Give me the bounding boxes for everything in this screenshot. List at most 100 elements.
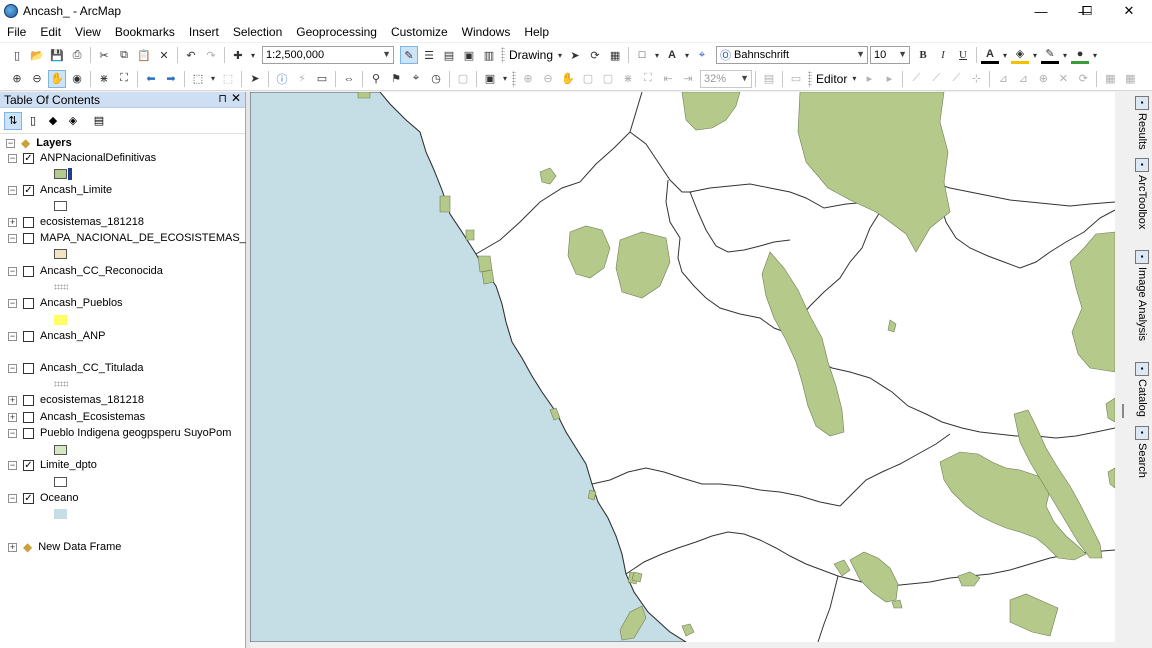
cut-icon[interactable]: ✂ — [95, 46, 113, 64]
expand-icon[interactable]: + — [8, 395, 17, 405]
save-icon[interactable]: 💾 — [48, 46, 66, 64]
undo-icon[interactable]: ↶ — [182, 46, 200, 64]
print-icon[interactable]: ⎙ — [68, 46, 86, 64]
layout-tool-icon[interactable]: ▣ — [481, 70, 499, 88]
new-document-icon[interactable]: ▯ — [8, 46, 26, 64]
dock-tab-arctoolbox[interactable]: ▪ ArcToolbox — [1133, 158, 1151, 229]
expand-icon[interactable]: + — [8, 542, 17, 552]
collapse-icon[interactable]: − — [8, 233, 17, 243]
select-elements-icon[interactable]: ➤ — [566, 46, 584, 64]
options-icon[interactable]: ▤ — [90, 112, 108, 130]
open-folder-icon[interactable]: 📂 — [28, 46, 46, 64]
fixed-zoom-out-icon[interactable]: ⛶ — [639, 70, 657, 88]
table-of-contents-icon[interactable]: ☰ — [420, 46, 438, 64]
point-icon[interactable]: ⊹ — [967, 70, 985, 88]
trace-icon[interactable]: ⟋ — [947, 70, 965, 88]
edit-vertices-icon[interactable]: ⊿ — [994, 70, 1012, 88]
back-extent-icon[interactable]: ⇤ — [659, 70, 677, 88]
collapse-icon[interactable]: − — [8, 298, 17, 308]
list-by-drawing-order-icon[interactable]: ⇅ — [4, 111, 22, 130]
layer-visibility-checkbox[interactable] — [23, 265, 34, 277]
forward-extent-icon[interactable]: ⇥ — [679, 70, 697, 88]
attributes-icon[interactable]: ▦ — [1101, 70, 1119, 88]
chevron-down-icon[interactable]: ▾ — [683, 46, 691, 64]
sketch-properties-icon[interactable]: ▦ — [1121, 70, 1139, 88]
close-button[interactable]: ✕ — [1106, 0, 1152, 22]
chevron-down-icon[interactable]: ▾ — [653, 46, 661, 64]
font-size-combo[interactable]: 10 ▼ — [870, 46, 911, 64]
collapse-icon[interactable]: − — [8, 185, 17, 195]
clear-selection-icon[interactable]: ⬚ — [219, 70, 237, 88]
layout-zoom-combo[interactable]: 32% ▼ — [700, 69, 752, 88]
time-slider-icon[interactable]: ◷ — [427, 70, 445, 88]
list-by-selection-icon[interactable]: ◈ — [64, 112, 82, 130]
layer-row[interactable]: − Ancash_Pueblos — [8, 295, 123, 311]
full-extent-globe-icon[interactable]: ◉ — [68, 70, 86, 88]
redo-icon[interactable]: ↷ — [202, 46, 220, 64]
layout-zoom-in-icon[interactable]: ⊕ — [519, 70, 537, 88]
create-viewer-icon[interactable]: ▢ — [454, 70, 472, 88]
layers-root-row[interactable]: − ◆ Layers — [6, 135, 72, 151]
split-icon[interactable]: ✕ — [1054, 70, 1072, 88]
select-elements-icon[interactable]: ➤ — [246, 70, 264, 88]
layer-row[interactable]: − ✓ Ancash_Limite — [8, 182, 112, 198]
list-by-source-icon[interactable]: ▯ — [24, 112, 42, 130]
collapse-icon[interactable]: − — [8, 331, 17, 341]
rotate-icon[interactable]: ⟳ — [586, 46, 604, 64]
menu-item-selection[interactable]: Selection — [226, 22, 289, 42]
bold-button[interactable]: B — [914, 46, 932, 64]
dock-tab-image-analysis[interactable]: ▪ Image Analysis — [1133, 250, 1151, 341]
layer-row[interactable]: − ✓ ANPNacionalDefinitivas — [8, 150, 156, 166]
layer-row[interactable]: − Ancash_ANP — [8, 328, 105, 344]
layer-visibility-checkbox[interactable]: ✓ — [23, 152, 34, 164]
toggle-draft-mode-icon[interactable]: ▤ — [760, 70, 778, 88]
delete-icon[interactable]: ✕ — [155, 46, 173, 64]
editor-toolbar-icon[interactable]: ✎ — [400, 46, 418, 64]
layer-visibility-checkbox[interactable]: ✓ — [23, 492, 34, 504]
zoom-whole-page-icon[interactable]: ▦ — [606, 46, 624, 64]
rectangle-icon[interactable]: □ — [633, 46, 651, 64]
layer-row[interactable]: + ecosistemas_181218 — [8, 214, 144, 230]
pin-icon[interactable]: ⊓ — [218, 92, 227, 105]
menu-item-bookmarks[interactable]: Bookmarks — [108, 22, 182, 42]
collapse-icon[interactable]: − — [8, 153, 17, 163]
menu-item-customize[interactable]: Customize — [384, 22, 455, 42]
fixed-zoom-in-icon[interactable]: ⋇ — [95, 70, 113, 88]
layer-row[interactable]: − ✓ Limite_dpto — [8, 457, 97, 473]
layer-visibility-checkbox[interactable] — [23, 297, 34, 309]
maximize-button[interactable]: ⧠ — [1064, 0, 1110, 22]
close-icon[interactable]: ✕ — [231, 91, 241, 105]
zoom-100-icon[interactable]: ▢ — [599, 70, 617, 88]
toolbar-grip[interactable] — [808, 70, 812, 87]
catalog-window-icon[interactable]: ▤ — [440, 46, 458, 64]
toolbar-grip[interactable] — [512, 70, 516, 87]
measure-icon[interactable]: ⇔ — [340, 70, 358, 88]
zoom-out-icon[interactable]: ⊖ — [28, 70, 46, 88]
find-binoculars-icon[interactable]: ⚲ — [367, 70, 385, 88]
fill-color-icon[interactable]: ◈ — [1011, 46, 1030, 64]
cut-polygons-icon[interactable]: ⊕ — [1034, 70, 1052, 88]
collapse-icon[interactable]: − — [6, 138, 15, 148]
layout-pan-icon[interactable]: ✋ — [559, 70, 577, 88]
new-data-frame-row[interactable]: + ◆ New Data Frame — [8, 539, 121, 555]
chevron-down-icon[interactable]: ▾ — [556, 46, 564, 64]
chevron-down-icon[interactable]: ▾ — [249, 46, 257, 64]
straight-segment-icon[interactable]: ⟋ — [907, 70, 925, 88]
zoom-whole-page-icon[interactable]: ▢ — [579, 70, 597, 88]
new-text-icon[interactable]: A — [663, 46, 681, 64]
reshape-feature-icon[interactable]: ⊿ — [1014, 70, 1032, 88]
chevron-down-icon[interactable]: ▾ — [850, 70, 858, 88]
search-window-icon[interactable]: ▣ — [460, 46, 478, 64]
chevron-down-icon[interactable]: ▾ — [1031, 46, 1039, 64]
menu-item-windows[interactable]: Windows — [455, 22, 518, 42]
layer-visibility-checkbox[interactable]: ✓ — [23, 184, 34, 196]
menu-item-edit[interactable]: Edit — [33, 22, 68, 42]
hyperlink-icon[interactable]: ⚡ — [293, 70, 311, 88]
layer-row[interactable]: + Ancash_Ecosistemas — [8, 409, 145, 425]
minimize-button-ctl[interactable]: — — [1018, 0, 1064, 22]
layer-visibility-checkbox[interactable] — [23, 427, 34, 439]
layer-visibility-checkbox[interactable] — [23, 411, 34, 423]
font-name-combo[interactable]: Ⓞ Bahnschrift ▼ — [716, 46, 869, 64]
line-color-icon[interactable]: ✎ — [1041, 46, 1060, 64]
map-canvas[interactable] — [250, 92, 1115, 642]
